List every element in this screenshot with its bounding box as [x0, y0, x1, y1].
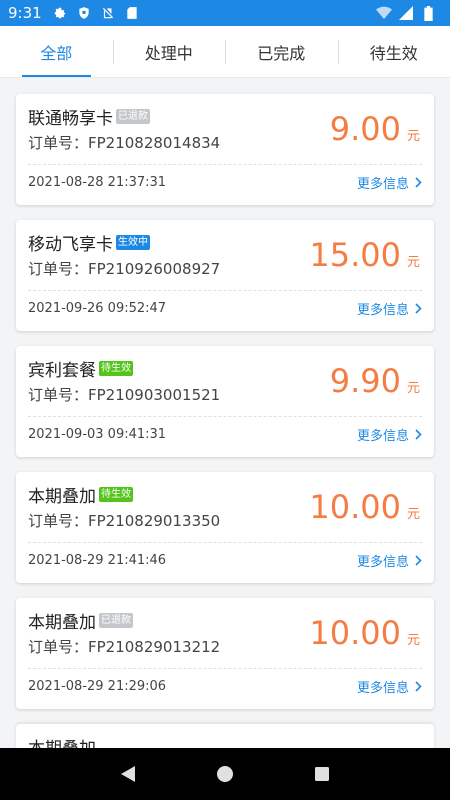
amount-unit: 元 [406, 255, 420, 270]
tab-completed[interactable]: 已完成 [225, 26, 338, 77]
order-date: 2021-08-28 21:37:31 [28, 174, 167, 190]
signal-icon [398, 5, 414, 21]
order-card[interactable]: 宾利套餐 待生效 订单号：FP210903001521 9.90 元 2021-… [16, 346, 434, 457]
amount-unit: 元 [406, 633, 420, 648]
status-badge: 生效中 [116, 234, 150, 250]
gear-icon [52, 5, 68, 21]
wifi-icon [376, 5, 392, 21]
sim-card-icon [100, 5, 116, 21]
status-bar: 9:31 [0, 0, 450, 26]
order-list: 联通畅享卡 已退款 订单号：FP210828014834 9.00 元 2021… [0, 78, 450, 754]
order-date: 2021-08-29 21:41:46 [28, 552, 167, 568]
amount-value: 10.00 [309, 488, 401, 526]
order-amount: 15.00 元 [309, 236, 420, 274]
order-date: 2021-09-26 09:52:47 [28, 300, 167, 316]
recents-icon[interactable] [312, 764, 332, 784]
system-nav-bar [0, 748, 450, 800]
more-info-link[interactable]: 更多信息 [357, 677, 422, 696]
tab-processing[interactable]: 处理中 [112, 26, 226, 77]
order-title: 移动飞享卡 [28, 234, 113, 255]
order-title: 本期叠加 [28, 486, 96, 507]
amount-value: 10.00 [309, 614, 401, 652]
order-date: 2021-09-03 09:41:31 [28, 426, 167, 442]
order-date: 2021-08-29 21:29:06 [28, 678, 167, 694]
status-time: 9:31 [8, 4, 42, 22]
status-tabs: 全部 处理中 已完成 待生效 [0, 26, 450, 78]
status-badge: 待生效 [99, 360, 133, 376]
more-info-link[interactable]: 更多信息 [357, 551, 422, 570]
back-icon[interactable] [118, 764, 138, 784]
more-info-label: 更多信息 [356, 428, 409, 444]
amount-value: 15.00 [309, 236, 401, 274]
status-badge: 待生效 [99, 486, 133, 502]
amount-unit: 元 [406, 129, 420, 144]
more-info-label: 更多信息 [356, 302, 409, 318]
order-card[interactable]: 移动飞享卡 生效中 订单号：FP210926008927 15.00 元 202… [16, 220, 434, 331]
home-icon[interactable] [215, 764, 235, 784]
order-amount: 9.00 元 [330, 110, 420, 148]
more-info-label: 更多信息 [356, 176, 409, 192]
amount-value: 9.90 [329, 362, 401, 400]
tab-all[interactable]: 全部 [0, 26, 113, 77]
amount-value: 9.00 [329, 110, 401, 148]
order-card[interactable]: 联通畅享卡 已退款 订单号：FP210828014834 9.00 元 2021… [16, 94, 434, 205]
more-info-link[interactable]: 更多信息 [357, 173, 422, 192]
order-title: 宾利套餐 [28, 360, 96, 381]
order-amount: 10.00 元 [309, 488, 420, 526]
amount-unit: 元 [406, 381, 420, 396]
status-badge: 已退款 [116, 108, 150, 124]
tab-pending[interactable]: 待生效 [337, 26, 450, 77]
chevron-right-icon [415, 680, 422, 692]
order-card[interactable]: 本期叠加 已退款 订单号：FP210829013212 10.00 元 2021… [16, 598, 434, 709]
order-title: 联通畅享卡 [28, 108, 113, 129]
order-amount: 9.90 元 [330, 362, 420, 400]
more-info-label: 更多信息 [356, 680, 409, 696]
chevron-right-icon [415, 428, 422, 440]
order-amount: 10.00 元 [309, 614, 420, 652]
shield-icon [76, 5, 92, 21]
chevron-right-icon [415, 554, 422, 566]
more-info-label: 更多信息 [356, 554, 409, 570]
status-badge: 已退款 [99, 612, 133, 628]
more-info-link[interactable]: 更多信息 [357, 299, 422, 318]
order-title: 本期叠加 [28, 612, 96, 633]
chevron-right-icon [415, 176, 422, 188]
status-right-icons [376, 5, 442, 21]
order-card[interactable]: 本期叠加 待生效 订单号：FP210829013350 10.00 元 2021… [16, 472, 434, 583]
battery-icon [420, 5, 436, 21]
amount-unit: 元 [406, 507, 420, 522]
chevron-right-icon [415, 302, 422, 314]
more-info-link[interactable]: 更多信息 [357, 425, 422, 444]
sd-card-icon [124, 5, 140, 21]
